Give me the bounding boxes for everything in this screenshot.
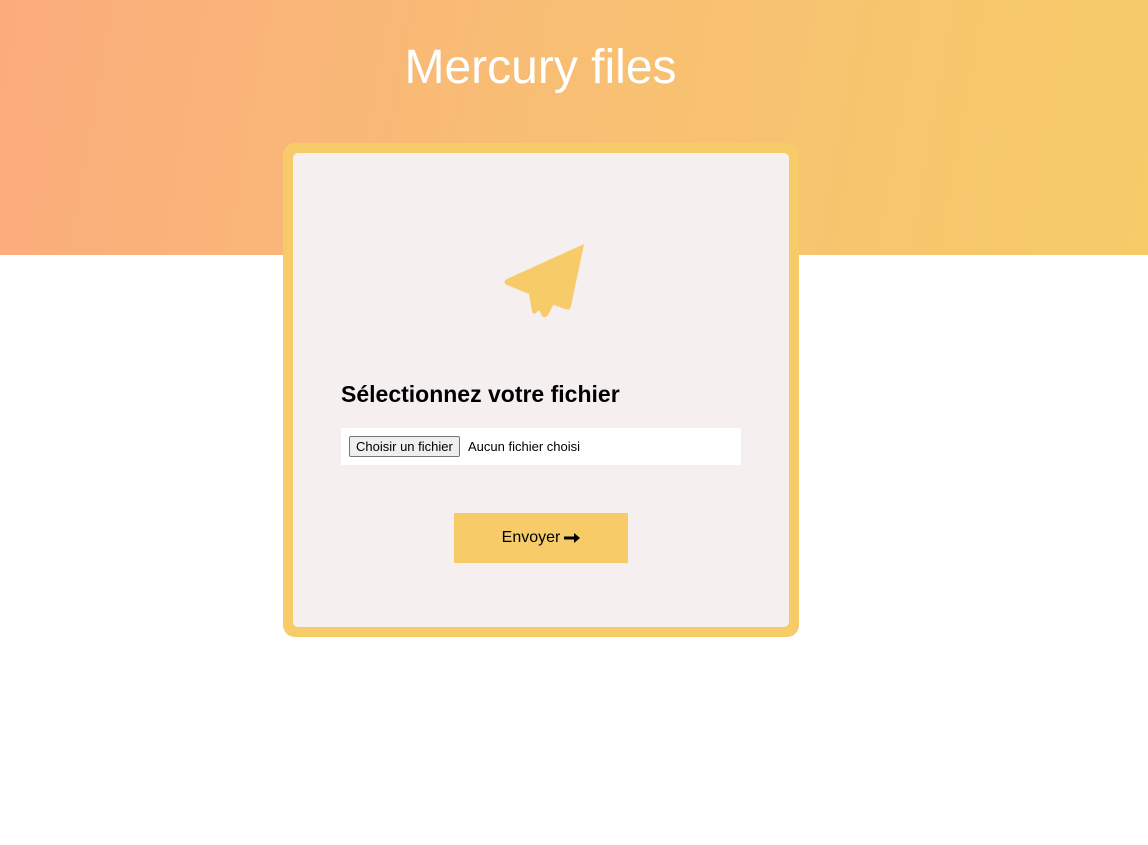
send-button[interactable]: Envoyer — [454, 513, 628, 563]
paper-plane-icon — [504, 244, 584, 318]
upload-card: Sélectionnez votre fichier Choisir un fi… — [293, 153, 789, 627]
send-button-label: Envoyer — [501, 529, 561, 546]
choose-file-button[interactable]: Choisir un fichier — [349, 436, 460, 457]
file-input[interactable]: Choisir un fichier Aucun fichier choisi — [341, 428, 741, 465]
upload-card-frame: Sélectionnez votre fichier Choisir un fi… — [283, 143, 799, 637]
select-file-heading: Sélectionnez votre fichier — [341, 381, 620, 407]
arrow-right-icon — [564, 533, 581, 543]
site-title: Mercury files — [404, 41, 677, 94]
file-status-text: Aucun fichier choisi — [468, 439, 580, 454]
